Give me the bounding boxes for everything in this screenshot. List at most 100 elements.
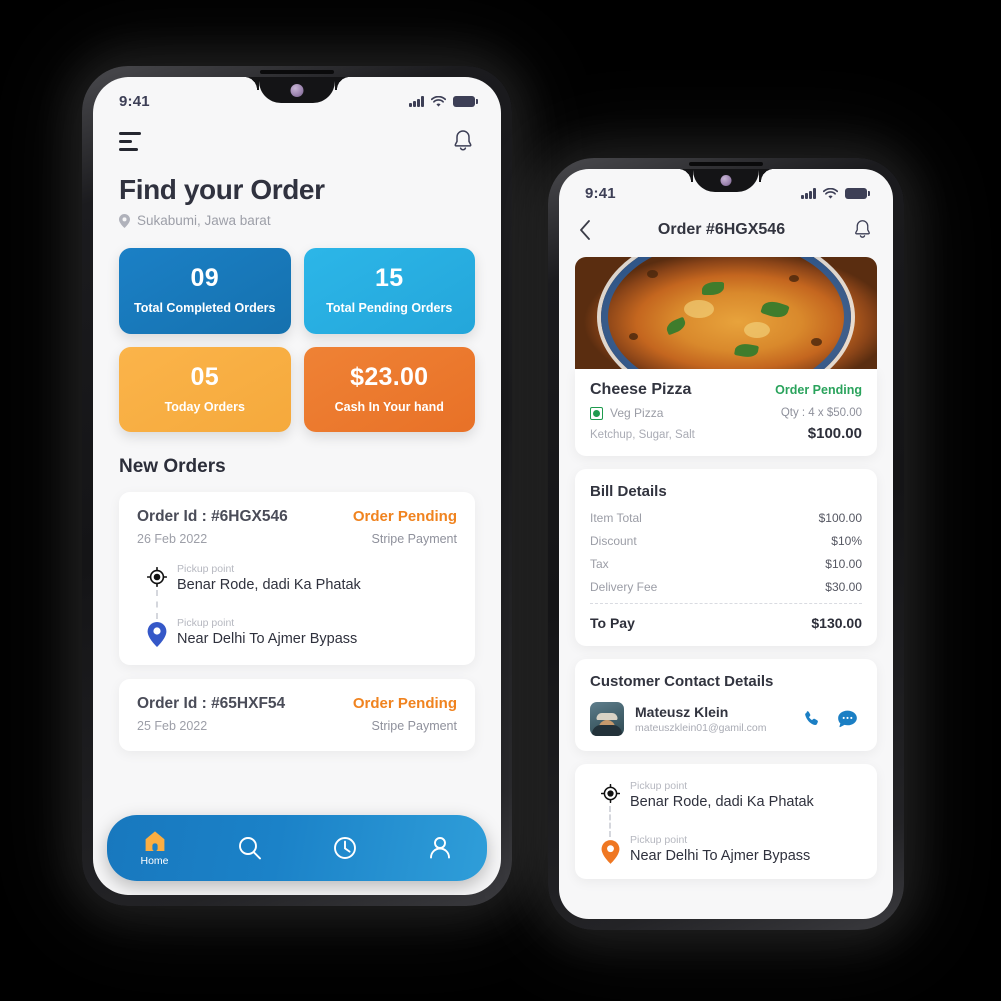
pickup-target-icon [147,567,167,587]
bill-key: Delivery Fee [590,580,658,594]
left-screen: 9:41 Find your Order Sukabumi, Jawa bara… [93,77,501,895]
drop-label: Pickup point [630,834,688,846]
battery-icon [845,188,870,199]
signal-bars-icon [409,96,424,107]
phone-right: 9:41 Order #6HGX546 Cheese Pizza Order P… [548,158,904,930]
drop-label: Pickup point [177,617,235,629]
bill-divider [590,603,862,604]
stats-grid: 09 Total Completed Orders 15 Total Pendi… [93,228,501,432]
bill-value: $100.00 [818,511,862,525]
location-row: Sukabumi, Jawa barat [93,206,501,228]
hamburger-menu-icon[interactable] [119,131,141,151]
nav-label-home: Home [140,854,169,867]
bill-total-key: To Pay [590,615,635,631]
section-title-new-orders: New Orders [119,456,226,477]
customer-name: Mateusz Klein [635,704,729,720]
route-dashed-line [156,590,158,619]
stat-label: Today Orders [164,399,245,414]
delivery-address-card: Pickup point Benar Rode, dadi Ka Phatak … [575,764,877,879]
profile-icon [429,837,450,859]
item-ingredients: Ketchup, Sugar, Salt [590,429,695,441]
order-date: 25 Feb 2022 [137,719,208,733]
chevron-left-icon[interactable] [579,219,591,240]
nav-item-search[interactable] [202,835,297,861]
bill-value: $10.00 [825,557,862,571]
screenshot-stage: 9:41 Find your Order Sukabumi, Jawa bara… [0,0,1001,1001]
phone-left: 9:41 Find your Order Sukabumi, Jawa bara… [82,66,512,906]
stat-card-cash[interactable]: $23.00 Cash In Your hand [303,346,475,432]
plate-rim [601,257,851,369]
bill-line: Delivery Fee $30.00 [590,580,862,594]
order-route: Pickup point Benar Rode, dadi Ka Phatak … [137,563,457,647]
stat-card-today[interactable]: 05 Today Orders [119,346,291,432]
crust-char [810,337,822,346]
melted-cheese [683,299,714,318]
bill-key: Item Total [590,511,642,525]
bill-value: $30.00 [825,580,862,594]
order-detail-title: Order #6HGX546 [657,220,786,238]
customer-contact-card: Customer Contact Details Mateusz Klein m… [575,659,877,751]
stat-value: 15 [375,264,404,292]
customer-email: mateuszklein01@gamil.com [635,722,767,734]
nav-item-home[interactable]: Home [107,830,202,867]
stat-value: $23.00 [350,362,429,391]
order-status: Order Pending [352,508,457,525]
earpiece-speaker [689,162,763,166]
clock-icon [333,837,356,859]
bill-line: Tax $10.00 [590,557,862,571]
left-app-bar [93,110,501,154]
order-card[interactable]: Order Id : #6HGX546 Order Pending 26 Feb… [119,492,475,665]
address-route: Pickup point Benar Rode, dadi Ka Phatak … [590,780,862,864]
wifi-icon [431,95,446,107]
pickup-label: Pickup point [630,780,688,792]
bill-value: $10% [831,534,862,548]
search-icon [238,837,261,860]
bottom-navigation: Home [107,815,487,881]
chat-bubble-icon[interactable] [837,709,858,729]
bill-total-value: $130.00 [811,615,862,631]
order-card[interactable]: Order Id : #65HXF54 Order Pending 25 Feb… [119,679,475,751]
order-status: Order Pending [352,695,457,712]
wifi-icon [823,187,838,199]
pickup-value: Benar Rode, dadi Ka Phatak [177,577,361,593]
pickup-value: Benar Rode, dadi Ka Phatak [630,794,814,810]
earpiece-speaker [260,70,334,74]
order-item-card: Cheese Pizza Order Pending Veg Pizza Qty… [575,369,877,456]
bill-title: Bill Details [590,483,667,500]
stat-label: Cash In Your hand [334,399,444,414]
order-id: Order Id : #65HXF54 [137,695,286,712]
bill-line: Discount $10% [590,534,862,548]
veg-indicator-icon [590,406,603,420]
nav-item-history[interactable] [297,835,392,861]
item-qty: Qty : 4 x $50.00 [780,407,862,419]
status-time: 9:41 [119,93,150,110]
pickup-target-icon [600,784,620,803]
item-status: Order Pending [775,383,862,397]
bill-key: Discount [590,534,637,548]
item-name: Cheese Pizza [590,381,692,398]
front-camera [720,175,732,186]
stat-value: 05 [190,362,219,391]
phone-icon[interactable] [802,710,821,729]
drop-pin-icon [601,840,619,864]
bill-key: Tax [590,557,609,571]
location-text: Sukabumi, Jawa barat [137,213,271,228]
cheese-pizza-photo [575,257,877,369]
drop-pin-icon [147,622,167,647]
bell-icon[interactable] [852,218,873,241]
stat-label: Total Completed Orders [134,301,276,315]
bill-total-row: To Pay $130.00 [590,615,862,631]
stat-card-pending[interactable]: 15 Total Pending Orders [303,248,475,334]
nav-item-profile[interactable] [392,835,487,861]
bill-details-card: Bill Details Item Total $100.00 Discount… [575,469,877,646]
bill-line: Item Total $100.00 [590,511,862,525]
drop-value: Near Delhi To Ajmer Bypass [630,848,811,864]
stat-value: 09 [190,264,219,292]
bell-icon[interactable] [451,128,475,154]
order-payment: Stripe Payment [371,719,457,733]
veg-label: Veg Pizza [610,406,664,420]
order-date: 26 Feb 2022 [137,532,208,546]
item-price: $100.00 [807,425,862,442]
customer-title: Customer Contact Details [590,673,774,690]
stat-card-completed[interactable]: 09 Total Completed Orders [119,248,291,334]
